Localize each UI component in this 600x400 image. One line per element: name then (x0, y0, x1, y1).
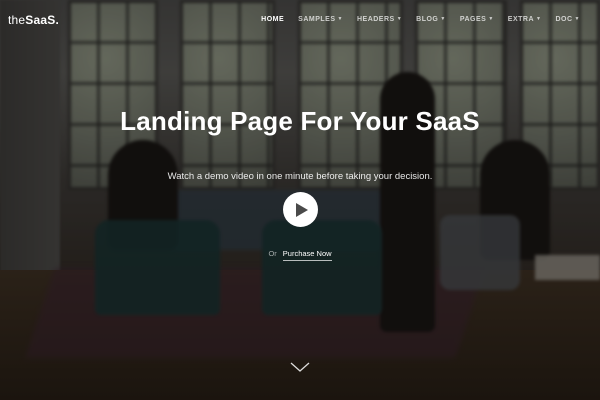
nav-item-home[interactable]: HOME (261, 16, 284, 23)
nav-item-blog[interactable]: BLOG ▼ (416, 16, 446, 23)
cta-row: Or Purchase Now (0, 249, 600, 261)
site-logo[interactable]: theSaaS. (8, 13, 59, 27)
nav-item-label: DOC (555, 16, 573, 23)
logo-prefix: the (8, 13, 26, 27)
nav-item-pages[interactable]: PAGES ▼ (460, 16, 494, 23)
top-navigation: theSaaS. HOME SAMPLES ▼ HEADERS ▼ BLOG ▼ PA… (0, 0, 600, 42)
nav-item-label: PAGES (459, 16, 487, 23)
nav-item-label: SAMPLES (298, 16, 336, 23)
chevron-down-icon[interactable] (289, 360, 311, 374)
nav-item-headers[interactable]: HEADERS ▼ (357, 16, 402, 23)
caret-down-icon: ▼ (440, 16, 446, 22)
logo-name: SaaS. (25, 13, 59, 27)
caret-down-icon: ▼ (536, 16, 542, 22)
or-label: Or (268, 249, 277, 258)
caret-down-icon: ▼ (574, 16, 580, 22)
main-menu: HOME SAMPLES ▼ HEADERS ▼ BLOG ▼ PAGES ▼ EXTR… (261, 16, 580, 23)
caret-down-icon: ▼ (488, 16, 494, 22)
nav-item-doc[interactable]: DOC ▼ (555, 16, 580, 23)
nav-item-label: HOME (261, 16, 285, 23)
nav-item-label: HEADERS (356, 16, 395, 23)
nav-item-label: BLOG (416, 16, 439, 23)
hero-section: theSaaS. HOME SAMPLES ▼ HEADERS ▼ BLOG ▼ PA… (0, 0, 600, 400)
caret-down-icon: ▼ (337, 16, 343, 22)
play-icon (296, 202, 308, 217)
nav-item-label: EXTRA (507, 16, 535, 23)
nav-item-samples[interactable]: SAMPLES ▼ (298, 16, 343, 23)
nav-item-extra[interactable]: EXTRA ▼ (508, 16, 542, 23)
hero-title: Landing Page For Your SaaS (120, 106, 480, 136)
purchase-now-link[interactable]: Purchase Now (282, 249, 332, 261)
hero-subtitle: Watch a demo video in one minute before … (167, 171, 433, 182)
caret-down-icon: ▼ (396, 16, 403, 22)
play-video-button[interactable] (283, 192, 318, 227)
